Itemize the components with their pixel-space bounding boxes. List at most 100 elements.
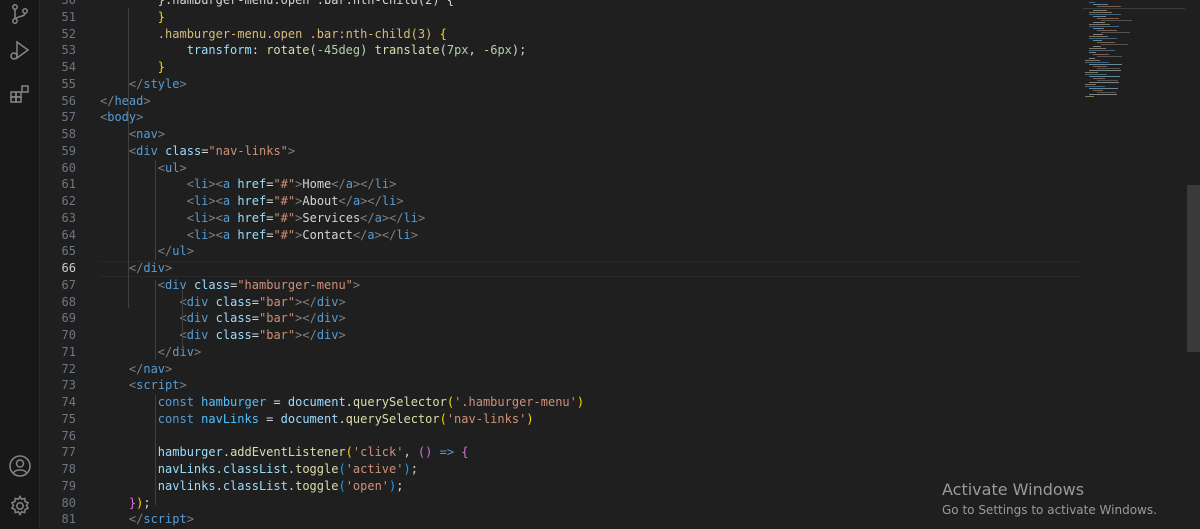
code-text: }.hamburger-menu.open .bar:nth-child(2) …: [100, 0, 454, 9]
minimap[interactable]: [1085, 0, 1185, 529]
code-line[interactable]: 76: [40, 428, 1085, 445]
code-token: >: [389, 177, 397, 192]
code-token: div: [165, 277, 187, 292]
code-text: transform: rotate(-45deg) translate(7px,…: [100, 42, 527, 59]
code-token: translate: [374, 43, 440, 58]
code-line[interactable]: 68 <div class="bar"></div>: [40, 294, 1085, 311]
code-line[interactable]: 70 <div class="bar"></div>: [40, 327, 1085, 344]
code-token: ><: [208, 210, 223, 225]
code-line[interactable]: 56 </head>: [40, 93, 1085, 110]
code-token: Contact: [302, 227, 353, 242]
code-line[interactable]: 64 <li><a href="#">Contact</a></li>: [40, 227, 1085, 244]
code-line[interactable]: 55 </style>: [40, 76, 1085, 93]
code-line[interactable]: 72 </nav>: [40, 361, 1085, 378]
code-token: =: [251, 294, 259, 309]
code-line[interactable]: 54 }: [40, 59, 1085, 76]
code-line[interactable]: 52 .hamburger-menu.open .bar:nth-child(3…: [40, 26, 1085, 43]
minimap-line: [1085, 96, 1094, 97]
code-token: <: [186, 227, 194, 242]
code-token: <: [179, 328, 187, 342]
code-line[interactable]: 74 const hamburger = document.querySelec…: [40, 394, 1085, 411]
code-text: <div class="hamburger-menu">: [100, 277, 360, 294]
code-token: "nav-links": [208, 143, 288, 158]
code-line[interactable]: 62 <li><a href="#">About</a></li>: [40, 193, 1085, 210]
code-token: rotate: [266, 43, 310, 58]
code-token: </: [157, 344, 173, 359]
code-token: 'open': [345, 478, 390, 493]
code-editor[interactable]: 50 }.hamburger-menu.open .bar:nth-child(…: [40, 0, 1085, 529]
run-debug-icon[interactable]: [6, 36, 34, 64]
code-token: class: [215, 311, 252, 326]
code-token: class: [215, 328, 252, 342]
code-line[interactable]: 66 </div>: [40, 260, 1085, 277]
code-line[interactable]: 77 hamburger.addEventListener('click', (…: [40, 444, 1085, 461]
code-token: navLinks: [157, 462, 216, 476]
code-line[interactable]: 63 <li><a href="#">Services</a></li>: [40, 210, 1085, 227]
code-text: </script>: [100, 511, 194, 528]
code-line[interactable]: 71 </div>: [40, 344, 1085, 361]
code-line[interactable]: 67 <div class="hamburger-menu">: [40, 277, 1085, 294]
code-line[interactable]: 50 }.hamburger-menu.open .bar:nth-child(…: [40, 0, 1085, 9]
line-number: 78: [61, 462, 76, 476]
code-token: ul: [165, 160, 180, 175]
line-number: 80: [61, 495, 76, 510]
code-line[interactable]: 51 }: [40, 9, 1085, 26]
code-token: querySelector: [345, 411, 440, 426]
code-line[interactable]: 73 <script>: [40, 377, 1085, 394]
code-token: div: [143, 261, 166, 275]
line-number: 66: [61, 261, 76, 275]
minimap-line: [1089, 52, 1096, 53]
minimap-line: [1097, 6, 1121, 7]
code-token: document: [280, 411, 339, 426]
minimap-line: [1101, 20, 1132, 21]
code-token: navLinks: [201, 411, 259, 426]
minimap-line: [1089, 12, 1112, 13]
scrollbar-thumb[interactable]: [1187, 185, 1200, 352]
code-token: >: [338, 294, 346, 309]
code-token: </: [128, 361, 144, 376]
code-line[interactable]: 65 </ul>: [40, 243, 1085, 260]
code-line[interactable]: 80 });: [40, 495, 1085, 512]
code-token: a: [374, 210, 382, 225]
code-line[interactable]: 57 <body>: [40, 109, 1085, 126]
code-token: ,: [403, 445, 418, 460]
minimap-line: [1093, 16, 1106, 17]
minimap-line: [1093, 34, 1103, 35]
code-token: href: [237, 194, 267, 208]
code-token: toggle: [295, 462, 339, 476]
code-line[interactable]: 58 <nav>: [40, 126, 1085, 143]
minimap-line: [1097, 80, 1118, 81]
code-line[interactable]: 79 navlinks.classList.toggle('open');: [40, 478, 1085, 495]
code-line[interactable]: 78 navLinks.classList.toggle('active');: [40, 461, 1085, 478]
code-token: (: [446, 395, 455, 409]
code-line[interactable]: 53 transform: rotate(-45deg) translate(7…: [40, 42, 1085, 59]
source-control-icon[interactable]: [6, 0, 34, 28]
code-line[interactable]: 75 const navLinks = document.querySelect…: [40, 411, 1085, 428]
manage-gear-icon[interactable]: [6, 492, 34, 520]
code-token: classList: [222, 462, 288, 476]
code-line[interactable]: 61 <li><a href="#">Home</a></li>: [40, 176, 1085, 193]
code-line[interactable]: 81 </script>: [40, 511, 1085, 528]
line-number: 52: [61, 26, 76, 41]
code-line[interactable]: 69 <div class="bar"></div>: [40, 310, 1085, 327]
code-token: 7px: [446, 43, 469, 58]
code-text: </div>: [100, 344, 201, 361]
code-text: <div class="bar"></div>: [100, 327, 345, 344]
code-token: <: [179, 311, 187, 326]
code-token: .: [222, 445, 231, 460]
line-number: 62: [61, 194, 76, 208]
code-line[interactable]: 60 <ul>: [40, 160, 1085, 177]
minimap-line: [1093, 90, 1103, 91]
code-text: navLinks.classList.toggle('active');: [100, 461, 418, 478]
account-icon[interactable]: [6, 452, 34, 480]
code-line[interactable]: 59 <div class="nav-links">: [40, 143, 1085, 160]
minimap-line: [1097, 92, 1116, 93]
extensions-icon[interactable]: [6, 80, 34, 108]
code-token: ): [576, 395, 585, 409]
minimap-line: [1085, 74, 1107, 75]
